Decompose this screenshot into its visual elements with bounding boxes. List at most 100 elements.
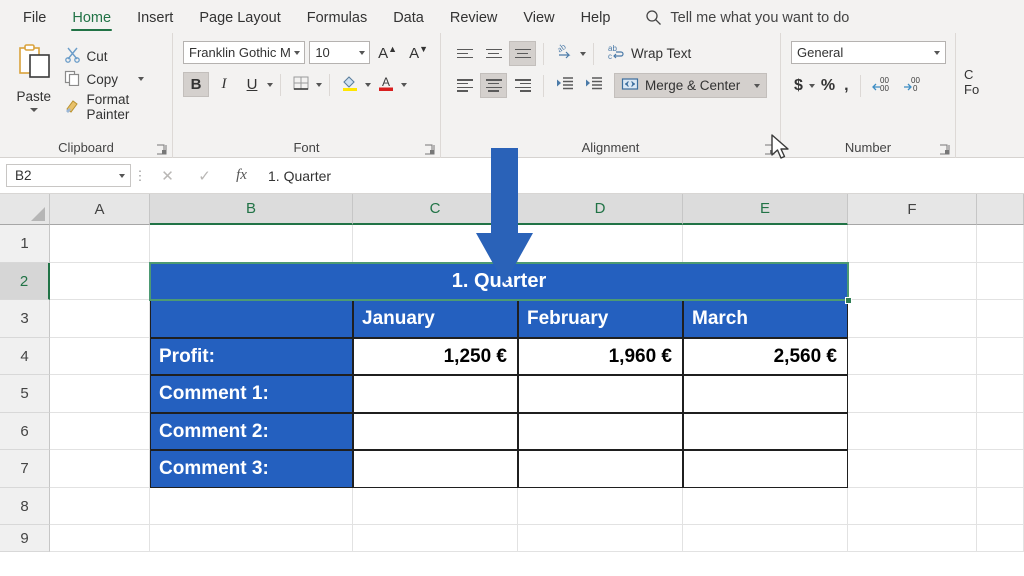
align-right-button[interactable] xyxy=(509,73,536,98)
cell-c4-profit-january[interactable]: 1,250 € xyxy=(353,338,518,375)
cell-f2[interactable] xyxy=(848,263,977,300)
chevron-down-icon[interactable] xyxy=(359,50,366,55)
number-format-combo[interactable]: General xyxy=(791,41,946,64)
orientation-button[interactable]: ab xyxy=(551,41,578,66)
cell-c9[interactable] xyxy=(353,525,518,552)
cell-g4[interactable] xyxy=(977,338,1024,375)
cell-b3[interactable] xyxy=(150,300,353,338)
cell-f6[interactable] xyxy=(848,413,977,450)
cell-c3-january[interactable]: January xyxy=(353,300,518,338)
cell-f9[interactable] xyxy=(848,525,977,552)
cell-d4-profit-february[interactable]: 1,960 € xyxy=(518,338,683,375)
cell-a6[interactable] xyxy=(50,413,150,450)
percent-format-button[interactable]: % xyxy=(818,74,838,98)
font-dialog-launcher[interactable] xyxy=(424,142,435,155)
cell-c5[interactable] xyxy=(353,375,518,413)
cell-b9[interactable] xyxy=(150,525,353,552)
decrease-font-size-button[interactable]: A▼ xyxy=(405,44,432,62)
select-all-corner[interactable] xyxy=(0,194,50,225)
cell-a5[interactable] xyxy=(50,375,150,413)
format-painter-button[interactable]: Format Painter xyxy=(64,92,168,122)
align-bottom-button[interactable] xyxy=(509,41,536,66)
cell-d9[interactable] xyxy=(518,525,683,552)
cut-button[interactable]: Cut xyxy=(64,46,168,66)
cancel-icon[interactable]: ✕ xyxy=(149,164,186,188)
fill-color-button[interactable] xyxy=(337,72,363,97)
clipboard-dialog-launcher[interactable] xyxy=(156,142,167,155)
row-header-6[interactable]: 6 xyxy=(0,413,50,450)
row-header-9[interactable]: 9 xyxy=(0,525,50,552)
cell-d1[interactable] xyxy=(518,225,683,263)
accounting-format-button[interactable]: $ xyxy=(791,74,806,98)
decrease-decimal-button[interactable]: 00 0 xyxy=(900,74,928,98)
orientation-dropdown-caret[interactable] xyxy=(580,51,586,56)
row-header-3[interactable]: 3 xyxy=(0,300,50,338)
cell-a7[interactable] xyxy=(50,450,150,488)
fill-handle[interactable] xyxy=(845,297,852,304)
cell-a3[interactable] xyxy=(50,300,150,338)
cell-c8[interactable] xyxy=(353,488,518,525)
cell-f7[interactable] xyxy=(848,450,977,488)
alignment-dialog-launcher[interactable] xyxy=(764,142,775,155)
borders-dropdown-caret[interactable] xyxy=(316,82,322,87)
enter-icon[interactable]: ✓ xyxy=(186,164,223,188)
bold-button[interactable]: B xyxy=(183,72,209,97)
cell-a9[interactable] xyxy=(50,525,150,552)
cell-d6[interactable] xyxy=(518,413,683,450)
chevron-down-icon[interactable] xyxy=(294,50,301,55)
font-color-button[interactable]: A xyxy=(373,72,399,97)
tab-insert[interactable]: Insert xyxy=(124,10,186,33)
cell-g1[interactable] xyxy=(977,225,1024,263)
font-size-combo[interactable]: 10 xyxy=(309,41,371,64)
cell-e3-march[interactable]: March xyxy=(683,300,848,338)
cell-a8[interactable] xyxy=(50,488,150,525)
underline-button[interactable]: U xyxy=(239,72,265,97)
tell-me-box[interactable]: Tell me what you want to do xyxy=(623,9,849,33)
row-header-7[interactable]: 7 xyxy=(0,450,50,488)
font-color-dropdown-caret[interactable] xyxy=(401,82,407,87)
cell-a2[interactable] xyxy=(50,263,150,300)
column-header-g[interactable] xyxy=(977,194,1024,225)
cell-c7[interactable] xyxy=(353,450,518,488)
font-name-combo[interactable]: Franklin Gothic M xyxy=(183,41,306,64)
column-header-d[interactable]: D xyxy=(518,194,683,225)
tab-help[interactable]: Help xyxy=(568,10,624,33)
align-top-button[interactable] xyxy=(451,41,478,66)
name-box[interactable]: B2 xyxy=(6,164,131,187)
row-header-4[interactable]: 4 xyxy=(0,338,50,375)
cell-b5-comment1-label[interactable]: Comment 1: xyxy=(150,375,353,413)
cell-g2[interactable] xyxy=(977,263,1024,300)
chevron-down-icon[interactable] xyxy=(119,173,125,178)
number-dialog-launcher[interactable] xyxy=(939,142,950,155)
column-header-b[interactable]: B xyxy=(150,194,353,225)
cell-g7[interactable] xyxy=(977,450,1024,488)
cell-d8[interactable] xyxy=(518,488,683,525)
cell-f4[interactable] xyxy=(848,338,977,375)
align-center-button[interactable] xyxy=(480,73,507,98)
italic-button[interactable]: I xyxy=(211,72,237,97)
cell-c6[interactable] xyxy=(353,413,518,450)
cell-g8[interactable] xyxy=(977,488,1024,525)
row-header-8[interactable]: 8 xyxy=(0,488,50,525)
cell-e5[interactable] xyxy=(683,375,848,413)
cell-f5[interactable] xyxy=(848,375,977,413)
cell-b8[interactable] xyxy=(150,488,353,525)
column-header-f[interactable]: F xyxy=(848,194,977,225)
formula-input[interactable]: 1. Quarter xyxy=(260,164,1018,187)
comma-style-button[interactable]: , xyxy=(841,74,851,98)
column-header-a[interactable]: A xyxy=(50,194,150,225)
formula-bar-grip[interactable]: ⋮ xyxy=(131,168,149,184)
tab-data[interactable]: Data xyxy=(380,10,437,33)
borders-button[interactable] xyxy=(288,72,314,97)
cell-e7[interactable] xyxy=(683,450,848,488)
cell-e4-profit-march[interactable]: 2,560 € xyxy=(683,338,848,375)
merge-center-dropdown-caret[interactable] xyxy=(754,83,761,88)
increase-font-size-button[interactable]: A▲ xyxy=(374,44,401,62)
cell-g5[interactable] xyxy=(977,375,1024,413)
cell-e9[interactable] xyxy=(683,525,848,552)
increase-decimal-button[interactable]: 00 00 xyxy=(869,74,897,98)
row-header-5[interactable]: 5 xyxy=(0,375,50,413)
conditional-formatting-line1[interactable]: C xyxy=(964,67,1015,82)
cell-a1[interactable] xyxy=(50,225,150,263)
cell-f1[interactable] xyxy=(848,225,977,263)
